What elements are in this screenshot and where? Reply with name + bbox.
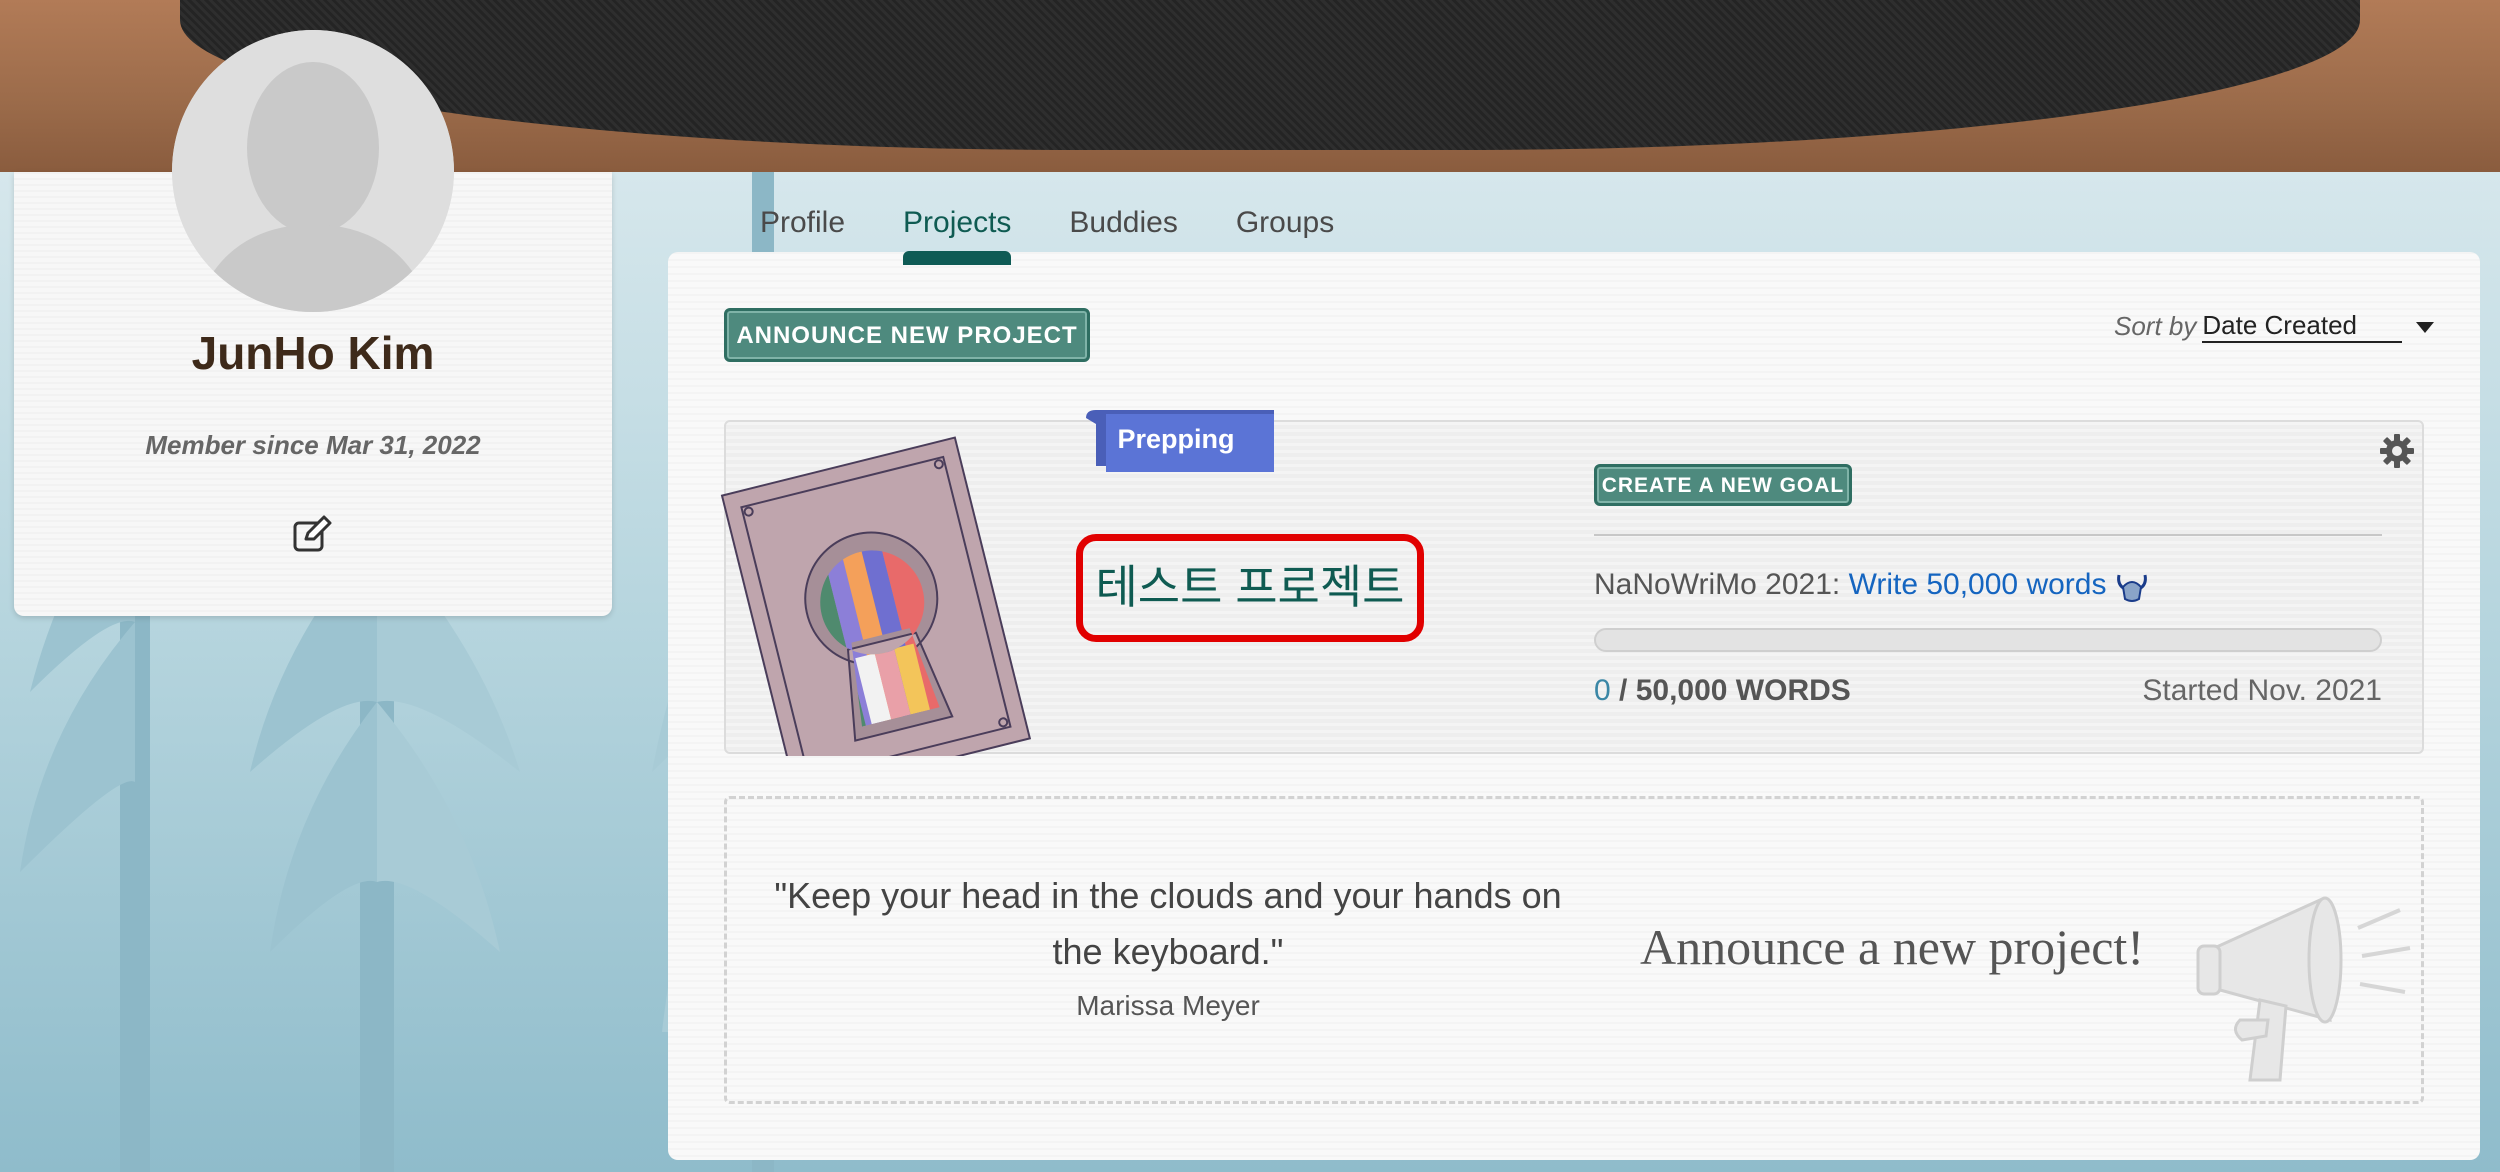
divider <box>1594 534 2382 536</box>
tab-groups[interactable]: Groups <box>1236 200 1334 264</box>
words-total: / 50,000 WORDS <box>1619 674 1851 707</box>
started-date: Started Nov. 2021 <box>2142 674 2382 707</box>
user-silhouette-icon <box>172 30 454 312</box>
project-status-badge: Prepping <box>1117 424 1235 454</box>
edit-icon <box>293 515 332 552</box>
project-settings-button[interactable] <box>2378 432 2416 470</box>
goal-event: NaNoWriMo 2021: <box>1594 568 1841 601</box>
member-since: Member since Mar 31, 2022 <box>145 430 481 460</box>
viking-helmet-icon <box>2116 574 2147 603</box>
announce-new-project-link[interactable]: Announce a new project! <box>1622 918 2162 976</box>
chevron-down-icon <box>2416 322 2435 333</box>
tab-buddies[interactable]: Buddies <box>1069 200 1177 264</box>
announce-new-project-button[interactable]: ANNOUNCE NEW PROJECT <box>724 308 1090 362</box>
profile-tabs: Profile Projects Buddies Groups <box>760 200 1392 265</box>
goal-link[interactable]: Write 50,000 words <box>1849 568 2107 601</box>
tab-profile[interactable]: Profile <box>760 200 845 264</box>
create-new-goal-button[interactable]: CREATE A NEW GOAL <box>1594 464 1852 506</box>
edit-profile-button[interactable] <box>292 515 332 555</box>
goal-line: NaNoWriMo 2021: Write 50,000 words <box>1594 568 2149 603</box>
word-count: 0 / 50,000 WORDS <box>1594 674 1851 708</box>
avatar[interactable] <box>172 30 454 312</box>
quote-text: "Keep your head in the clouds and your h… <box>774 875 1562 972</box>
sort-value: Date Created <box>2202 310 2358 340</box>
words-current: 0 <box>1594 674 1611 707</box>
gear-icon <box>2380 434 2414 468</box>
word-progress-bar <box>1594 628 2382 652</box>
user-name: JunHo Kim <box>191 327 435 379</box>
quote-author: Marissa Meyer <box>1076 990 1260 1021</box>
sort-control: Sort by Date Created <box>2114 310 2435 343</box>
megaphone-icon <box>2196 896 2411 1082</box>
project-title[interactable]: 테스트 프로젝트 <box>1076 534 1424 642</box>
tab-projects[interactable]: Projects <box>903 200 1012 265</box>
sort-select[interactable]: Date Created <box>2202 310 2435 343</box>
sort-label: Sort by <box>2114 311 2197 341</box>
project-cover-image[interactable] <box>712 420 1052 756</box>
banner-image <box>180 0 2360 150</box>
